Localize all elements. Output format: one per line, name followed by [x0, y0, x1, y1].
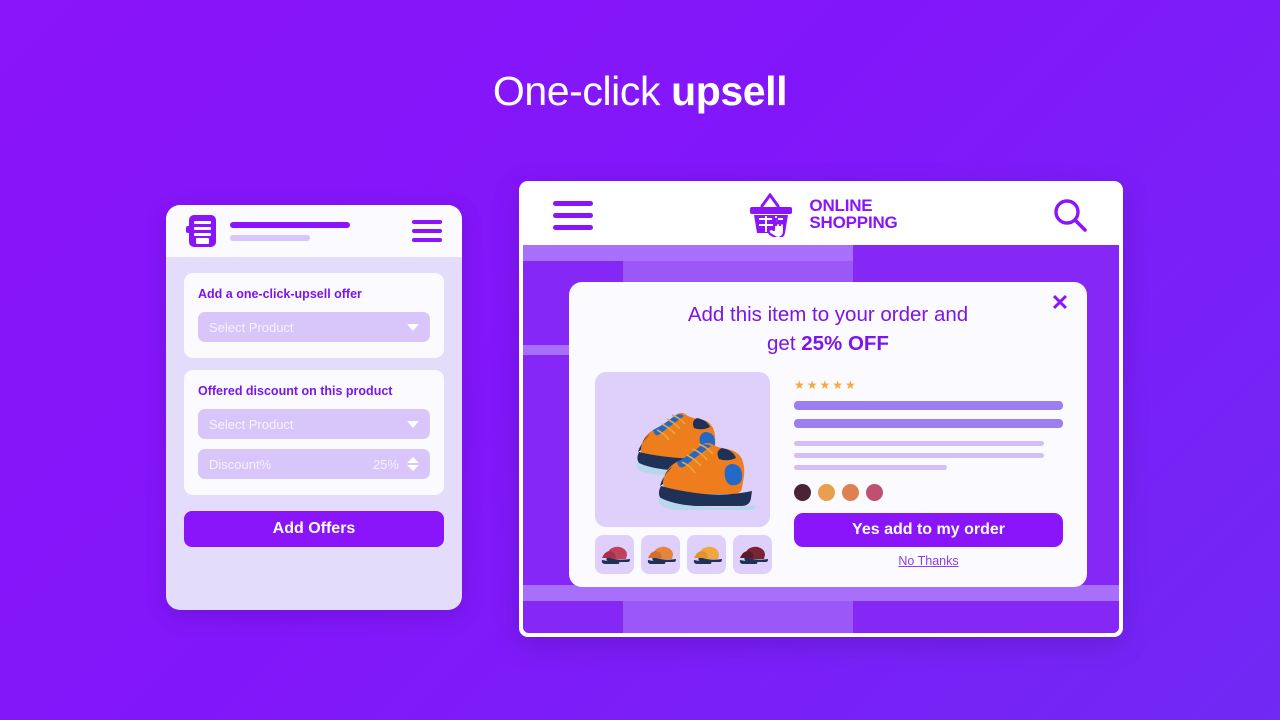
upsell-modal: ✕ Add this item to your order and get 25…	[569, 282, 1087, 587]
page-title-prefix: One-click	[492, 68, 672, 114]
online-shopping-logo: ONLINE SHOPPING	[746, 193, 898, 237]
placeholder-bar	[794, 441, 1045, 447]
bg-stripe	[523, 585, 1119, 601]
modal-headline: Add this item to your order and get 25% …	[593, 300, 1063, 358]
storefront-browser-window: ONLINE SHOPPING ✕ Add this item to your …	[519, 181, 1123, 637]
swatch-orange[interactable]	[818, 484, 835, 502]
admin-panel-header	[166, 205, 462, 257]
add-offers-button[interactable]: Add Offers	[184, 511, 444, 547]
modal-headline-line1: Add this item to your order and	[687, 303, 969, 326]
product-gallery	[595, 372, 772, 575]
admin-header-placeholder-bars	[230, 221, 412, 241]
hamburger-menu-icon[interactable]	[412, 220, 442, 242]
upsell-product-select[interactable]: Select Product	[198, 312, 430, 342]
chevron-down-icon	[407, 420, 419, 428]
thumbnail-shoe-orange[interactable]	[641, 535, 680, 575]
swatch-salmon[interactable]	[842, 484, 859, 502]
placeholder-bar	[794, 401, 1063, 411]
admin-panel: Add a one-click-upsell offer Select Prod…	[166, 205, 462, 610]
modal-content: ★★★★★ Yes add to my order No Thanks	[593, 372, 1063, 575]
discount-product-select[interactable]: Select Product	[198, 409, 430, 439]
shopping-basket-cursor-icon	[750, 193, 793, 237]
storefront-header: ONLINE SHOPPING	[523, 185, 1119, 245]
up-down-stepper-icon[interactable]	[407, 457, 419, 471]
no-thanks-link[interactable]: No Thanks	[794, 554, 1063, 568]
upsell-product-select-value: Select Product	[209, 319, 294, 335]
discount-card: Offered discount on this product Select …	[184, 370, 444, 495]
thumbnail-shoe-amber[interactable]	[687, 535, 726, 575]
upsell-offer-card: Add a one-click-upsell offer Select Prod…	[184, 273, 444, 358]
yes-add-to-order-button[interactable]: Yes add to my order	[794, 513, 1063, 548]
upsell-offer-card-title: Add a one-click-upsell offer	[198, 287, 362, 301]
swatch-rose[interactable]	[866, 484, 883, 502]
search-icon[interactable]	[1051, 196, 1089, 234]
discount-card-title: Offered discount on this product	[198, 384, 393, 398]
close-icon[interactable]: ✕	[1047, 290, 1073, 316]
modal-headline-line2-prefix: get	[767, 332, 802, 356]
admin-panel-body: Add a one-click-upsell offer Select Prod…	[166, 257, 462, 547]
hamburger-menu-icon[interactable]	[553, 200, 593, 230]
placeholder-bar	[794, 419, 1063, 429]
discount-product-select-value: Select Product	[209, 416, 294, 432]
discount-percent-value: 25%	[372, 456, 399, 472]
discount-percent-label: Discount%	[209, 456, 272, 472]
rating-stars: ★★★★★	[794, 378, 858, 393]
product-thumbnails	[595, 535, 772, 575]
logo-line-2: SHOPPING	[809, 213, 898, 232]
thumbnail-shoe-maroon[interactable]	[733, 535, 772, 575]
chevron-down-icon	[407, 323, 419, 331]
discount-percent-field[interactable]: Discount% 25%	[198, 449, 430, 479]
swatch-dark-plum[interactable]	[794, 484, 811, 502]
modal-headline-discount: 25% OFF	[801, 332, 889, 356]
thumbnail-shoe-red[interactable]	[595, 535, 634, 575]
storefront-content: ✕ Add this item to your order and get 25…	[523, 245, 1119, 633]
product-details: ★★★★★ Yes add to my order No Thanks	[794, 372, 1063, 574]
placeholder-bar	[794, 453, 1045, 459]
placeholder-bar	[794, 465, 948, 471]
page-title: One-click upsell	[0, 68, 1280, 115]
color-swatches	[794, 484, 1063, 502]
sneakers-orange-blue-image	[595, 372, 770, 528]
document-icon	[186, 215, 216, 247]
poster-stage: One-click upsell Add a one-click-upsell …	[0, 0, 1280, 720]
page-title-bold: upsell	[671, 68, 788, 114]
